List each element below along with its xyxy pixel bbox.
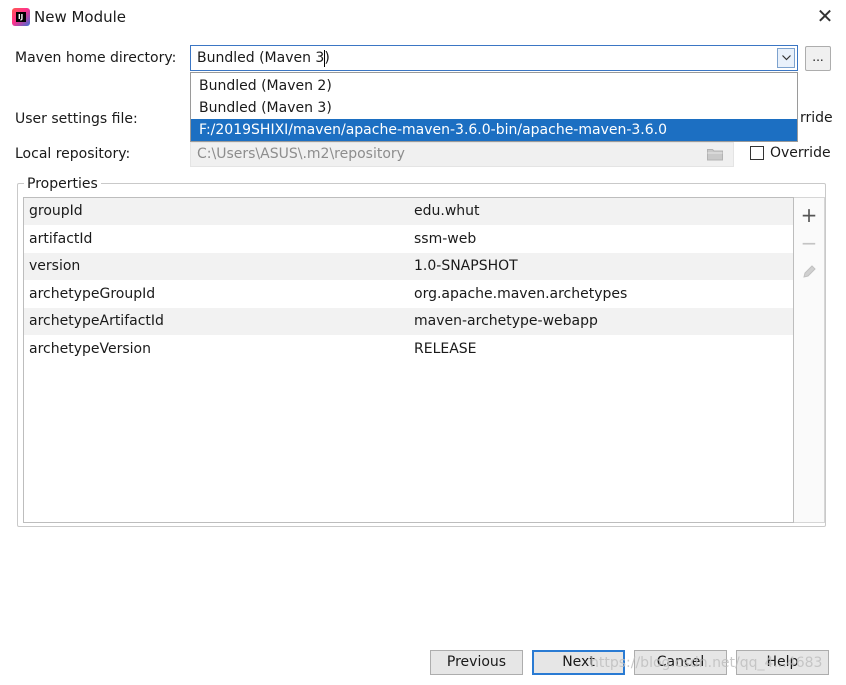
edit-pencil-icon[interactable] (800, 264, 818, 282)
chevron-down-icon (782, 55, 791, 61)
folder-icon (707, 149, 723, 161)
watermark-text: https://blog.csdn.net/qq_4...4683 (590, 655, 823, 671)
add-icon[interactable]: + (800, 205, 818, 225)
close-icon[interactable]: ✕ (816, 6, 834, 26)
pencil-icon (803, 265, 816, 278)
dropdown-option[interactable]: Bundled (Maven 3) (191, 97, 797, 119)
properties-title: Properties (24, 176, 101, 192)
property-value: org.apache.maven.archetypes (414, 286, 628, 302)
table-row[interactable]: version 1.0-SNAPSHOT (24, 253, 793, 280)
table-row[interactable]: artifactId ssm-web (24, 226, 793, 253)
table-row[interactable]: archetypeVersion RELEASE (24, 336, 793, 363)
property-value: edu.whut (414, 203, 480, 219)
override-repository-checkbox[interactable] (750, 146, 764, 160)
maven-home-value: Bundled (Maven 3) (197, 50, 330, 66)
property-key: archetypeArtifactId (29, 313, 164, 329)
property-key: version (29, 258, 81, 274)
property-key: groupId (29, 203, 83, 219)
window-title: New Module (34, 8, 127, 26)
browse-maven-home-button[interactable]: ... (805, 46, 831, 71)
local-repository-field: C:\Users\ASUS\.m2\repository (190, 142, 734, 167)
title-bar (0, 0, 846, 34)
user-settings-override-label[interactable]: rride (800, 110, 833, 126)
table-row[interactable]: archetypeArtifactId maven-archetype-weba… (24, 308, 793, 335)
local-repository-label: Local repository: (15, 146, 131, 162)
table-row[interactable]: groupId edu.whut (24, 198, 793, 225)
maven-home-combobox[interactable]: Bundled (Maven 3) (190, 45, 798, 71)
properties-toolbar: + − (794, 197, 825, 523)
intellij-app-icon: IJ (12, 8, 30, 26)
maven-home-label: Maven home directory: (15, 50, 177, 66)
property-value: RELEASE (414, 341, 477, 357)
property-value: ssm-web (414, 231, 477, 247)
dropdown-option[interactable]: Bundled (Maven 2) (191, 75, 797, 97)
dropdown-option-selected[interactable]: F:/2019SHIXI/maven/apache-maven-3.6.0-bi… (191, 119, 797, 141)
properties-table: groupId edu.whut artifactId ssm-web vers… (23, 197, 794, 523)
property-key: archetypeGroupId (29, 286, 156, 302)
property-value: maven-archetype-webapp (414, 313, 598, 329)
local-repository-value: C:\Users\ASUS\.m2\repository (197, 146, 405, 162)
property-value: 1.0-SNAPSHOT (414, 258, 518, 274)
property-key: artifactId (29, 231, 93, 247)
dropdown-arrow-button[interactable] (777, 48, 795, 68)
remove-icon[interactable]: − (800, 233, 818, 253)
table-row[interactable]: archetypeGroupId org.apache.maven.archet… (24, 281, 793, 308)
text-caret (324, 50, 325, 67)
user-settings-label: User settings file: (15, 111, 138, 127)
maven-home-dropdown-list: Bundled (Maven 2) Bundled (Maven 3) F:/2… (190, 72, 798, 142)
previous-button[interactable]: Previous (430, 650, 523, 675)
override-repository-label[interactable]: Override (770, 145, 831, 161)
property-key: archetypeVersion (29, 341, 151, 357)
